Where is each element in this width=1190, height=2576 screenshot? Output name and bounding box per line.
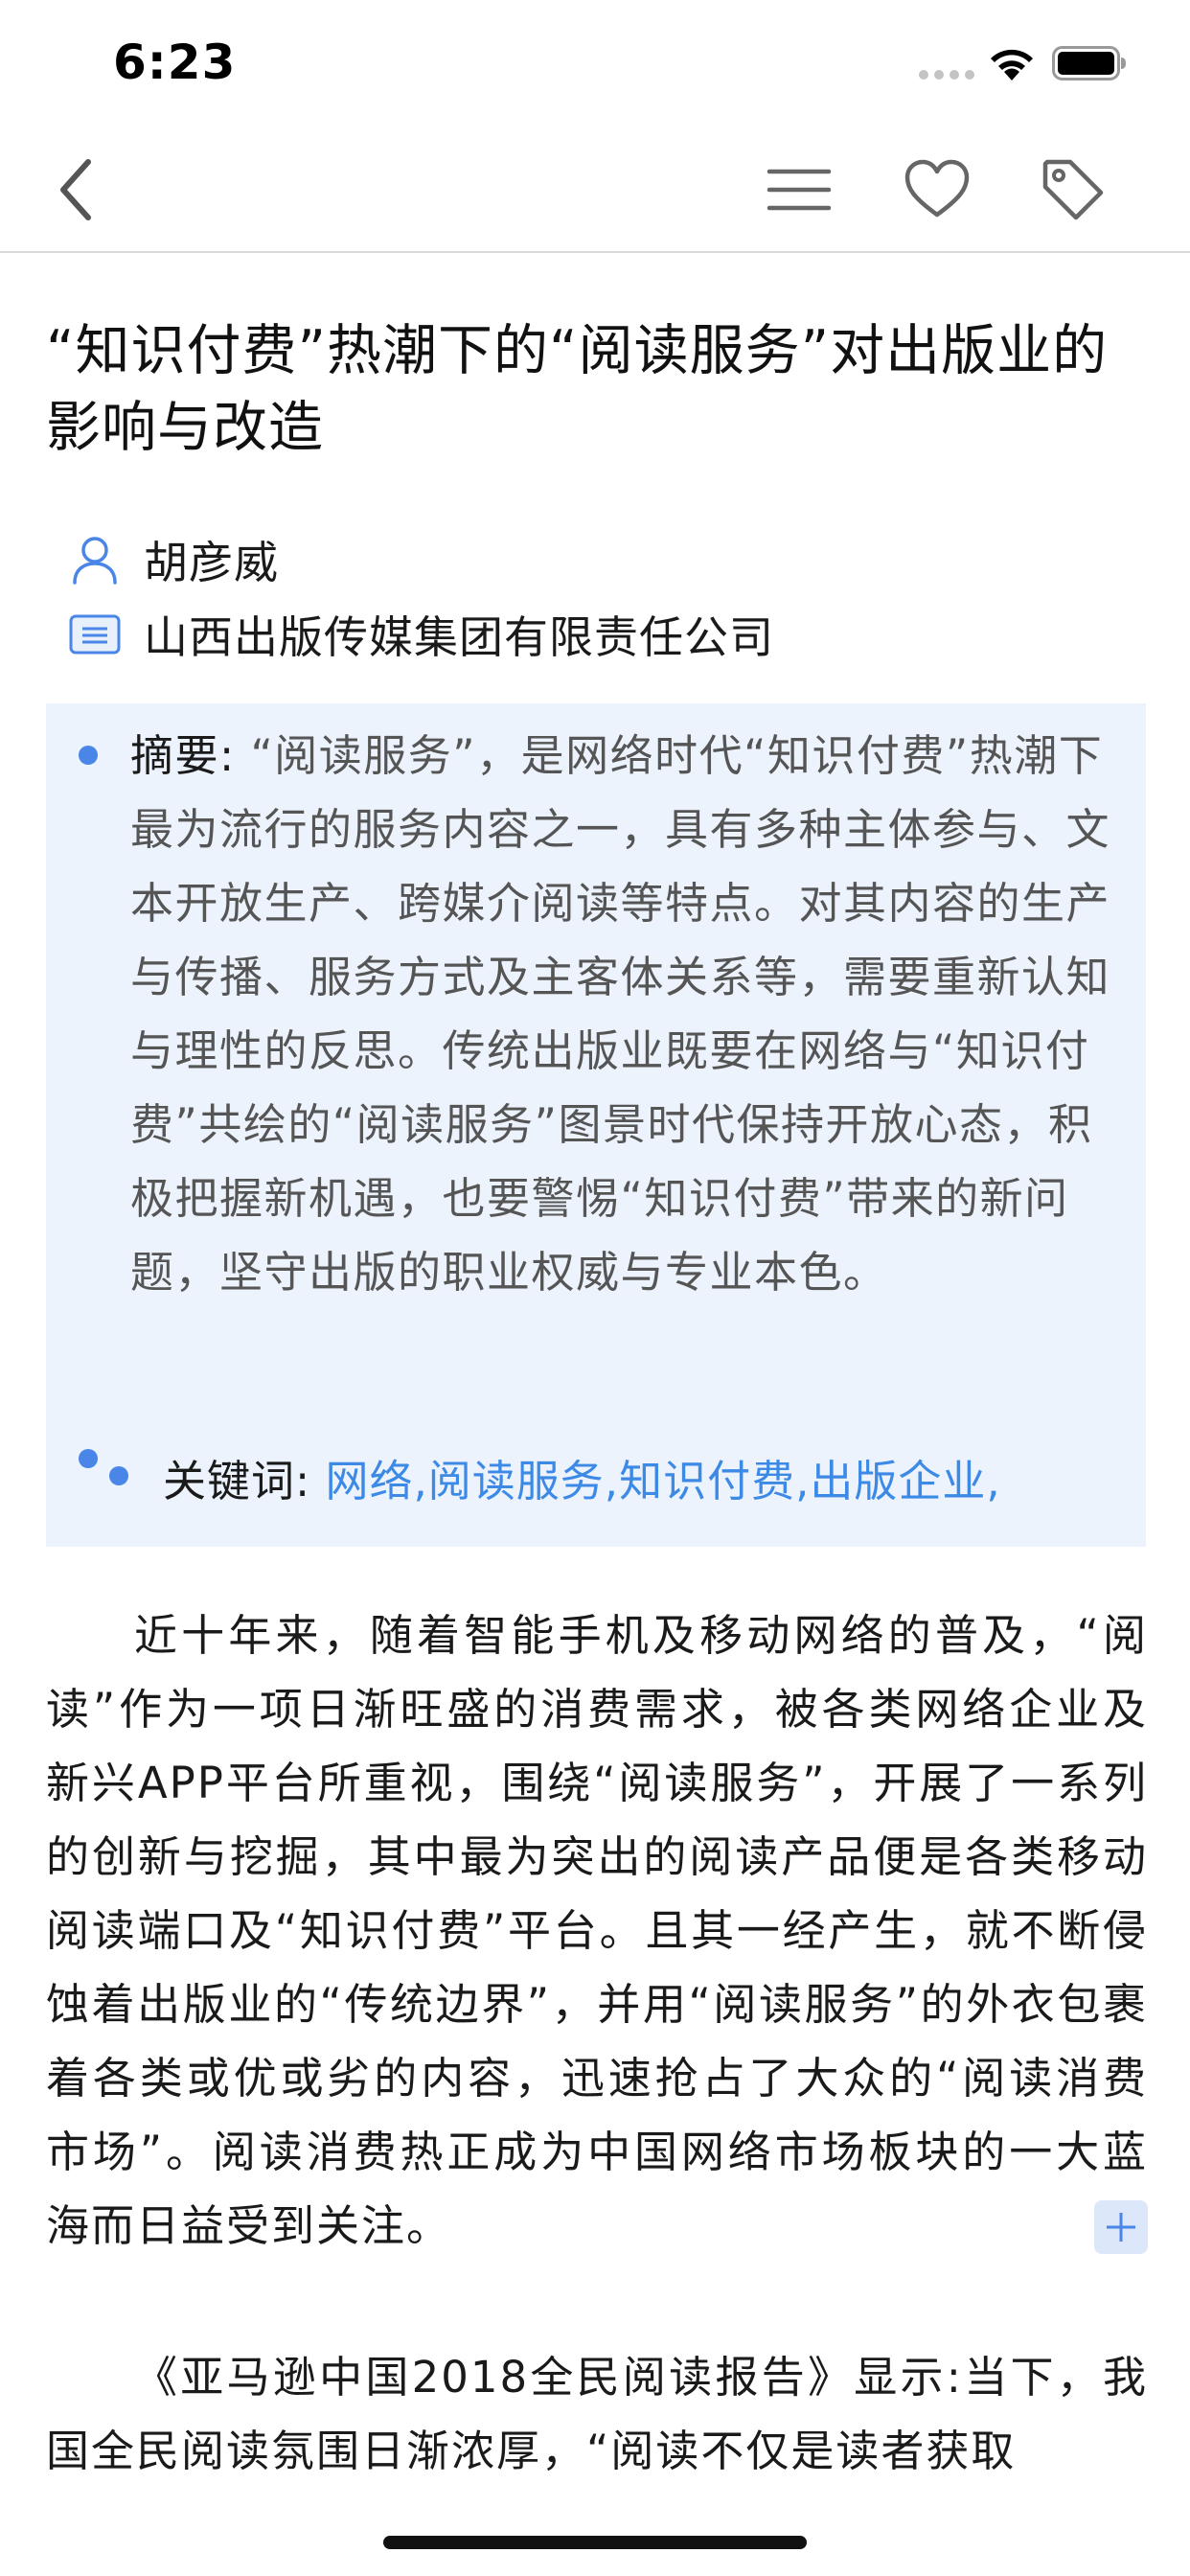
chevron-left-icon (60, 159, 91, 220)
keywords-row: 关键词: 网络,阅读服务,知识付费,出版企业, (163, 1453, 1001, 1510)
organization-icon (69, 609, 121, 660)
abstract-body: “阅读服务”，是网络时代“知识付费”热潮下最为流行的服务内容之一，具有多种主体参… (130, 730, 1111, 1298)
body-paragraph: 近十年来，随着智能手机及移动网络的普及，“阅读”作为一项日渐旺盛的消费需求，被各… (46, 1610, 1148, 2251)
author-row[interactable]: 胡彦威 (69, 531, 279, 588)
menu-button[interactable] (763, 153, 835, 226)
abstract-section: 摘要: “阅读服务”，是网络时代“知识付费”热潮下最为流行的服务内容之一，具有多… (46, 703, 1146, 1547)
abstract-text: 摘要: “阅读服务”，是网络时代“知识付费”热潮下最为流行的服务内容之一，具有多… (130, 719, 1127, 1309)
user-icon (69, 534, 121, 586)
author-name: 胡彦威 (144, 537, 279, 588)
tag-button[interactable] (1037, 153, 1110, 226)
home-indicator[interactable] (383, 2536, 807, 2549)
status-time: 6:23 (113, 34, 237, 90)
keywords-label: 关键词: (163, 1456, 311, 1506)
body-paragraph: 《亚马逊中国2018全民阅读报告》显示:当下，我国全民阅读氛围日渐浓厚，“阅读不… (46, 2352, 1148, 2476)
keywords-links[interactable]: 网络,阅读服务,知识付费,出版企业, (325, 1456, 1000, 1506)
battery-icon (1052, 46, 1126, 80)
heart-icon (904, 159, 970, 218)
tag-icon (1042, 159, 1104, 220)
keywords-dots-icon (79, 1449, 128, 1485)
plus-icon (1107, 2213, 1135, 2242)
menu-icon (767, 169, 832, 211)
favorite-button[interactable] (901, 153, 973, 226)
bullet-dot-icon (79, 746, 98, 765)
back-button[interactable] (40, 153, 113, 226)
status-bar: 6:23 (0, 0, 1190, 126)
organization-name: 山西出版传媒集团有限责任公司 (144, 611, 774, 663)
organization-row[interactable]: 山西出版传媒集团有限责任公司 (69, 606, 774, 663)
cellular-signal-icon (919, 70, 974, 80)
navigation-bar (0, 126, 1190, 253)
expand-button[interactable] (1094, 2200, 1148, 2254)
article-title: “知识付费”热潮下的“阅读服务”对出版业的影响与改造 (46, 319, 1109, 459)
wifi-icon (991, 49, 1033, 80)
abstract-label: 摘要: (130, 730, 236, 781)
